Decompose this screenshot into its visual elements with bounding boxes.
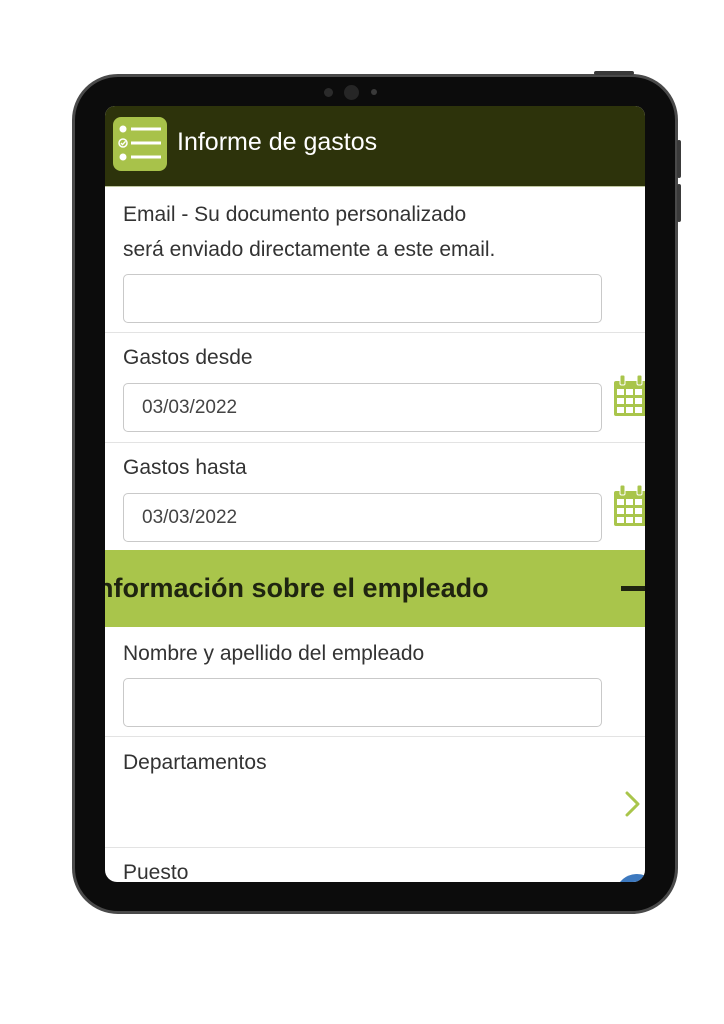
nombre-field[interactable] xyxy=(123,678,602,727)
email-label-line1: Email - Su documento personalizado xyxy=(123,203,467,226)
gastos-hasta-date-input[interactable]: 03/03/2022 xyxy=(123,493,602,542)
chevron-right-icon[interactable] xyxy=(624,790,642,818)
nombre-field-group: Nombre y apellido del empleado xyxy=(105,627,645,737)
email-label-line2: será enviado directamente a este email. xyxy=(123,238,496,261)
calendar-icon[interactable] xyxy=(613,375,645,417)
app-screen: Informe de gastos Email - Su documento p… xyxy=(105,106,645,882)
nombre-label: Nombre y apellido del empleado xyxy=(123,642,425,665)
floating-action-button[interactable] xyxy=(615,874,645,882)
departamentos-select[interactable]: Departamentos xyxy=(105,737,645,848)
gastos-hasta-label: Gastos hasta xyxy=(123,456,247,479)
checklist-icon[interactable] xyxy=(113,117,167,171)
departamentos-label: Departamentos xyxy=(123,751,267,774)
email-field-group: Email - Su documento personalizado será … xyxy=(105,187,645,333)
front-camera xyxy=(344,85,359,100)
gastos-desde-label: Gastos desde xyxy=(123,346,253,369)
gastos-desde-date-input[interactable]: 03/03/2022 xyxy=(123,383,602,432)
app-header: Informe de gastos xyxy=(105,106,645,187)
camera-flash xyxy=(371,89,377,95)
calendar-icon[interactable] xyxy=(613,485,645,527)
email-field[interactable] xyxy=(123,274,602,323)
camera-sensor xyxy=(324,88,333,97)
tablet-volume-down-button xyxy=(677,184,681,222)
page-title: Informe de gastos xyxy=(177,128,378,156)
section-header-empleado[interactable]: nformación sobre el empleado xyxy=(105,550,645,627)
tablet-volume-up-button xyxy=(677,140,681,178)
collapse-minus-icon[interactable] xyxy=(621,586,645,591)
tablet-power-button xyxy=(594,71,634,75)
section-title: nformación sobre el empleado xyxy=(105,573,489,603)
gastos-hasta-field-group: Gastos hasta 03/03/2022 xyxy=(105,443,645,550)
puesto-label: Puesto xyxy=(123,861,189,882)
gastos-desde-field-group: Gastos desde 03/03/2022 xyxy=(105,333,645,443)
